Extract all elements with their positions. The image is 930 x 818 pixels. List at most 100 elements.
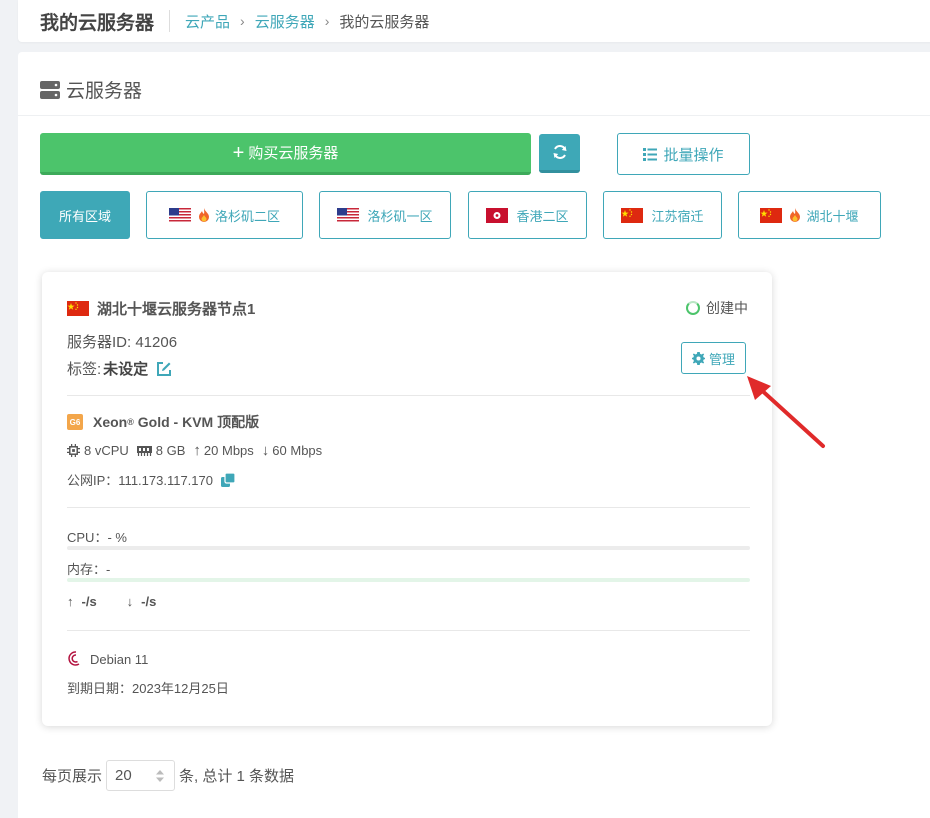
- server-name-label: 湖北十堰云服务器节点1: [97, 301, 256, 318]
- cpu-model-detail: Gold - KVM 顶配版: [133, 414, 260, 430]
- server-id: 服务器ID: 41206: [67, 334, 178, 351]
- server-specs: 8 vCPU 8 GB ↑ 20 Mbps ↓ 60 Mbps: [67, 442, 330, 459]
- generation-badge: G6: [67, 414, 83, 430]
- region-label: 湖北十堰: [806, 208, 859, 224]
- ram-spec: 8 GB: [136, 443, 186, 458]
- upload-bandwidth-value: 20 Mbps: [203, 443, 254, 458]
- top-bar: 我的云服务器 云产品 › 云服务器 › 我的云服务器: [18, 0, 930, 42]
- card-divider: [67, 507, 750, 508]
- breadcrumb-current: 我的云服务器: [339, 13, 430, 31]
- arrow-down-icon: ↓: [126, 594, 134, 609]
- arrow-up-icon: ↑: [193, 442, 201, 459]
- expiry-date: 到期日期：2023年12月25日: [67, 681, 229, 696]
- page-size-prefix: 每页展示: [42, 768, 103, 785]
- buy-server-label: 购买云服务器: [248, 145, 339, 162]
- debian-icon: [68, 651, 80, 666]
- section-divider: [18, 115, 930, 116]
- region-label: 江苏宿迁: [651, 208, 704, 224]
- breadcrumb-cloud-servers[interactable]: 云服务器: [255, 11, 315, 32]
- operating-system: Debian 11: [67, 650, 148, 668]
- cn-flag-icon: [760, 207, 783, 223]
- memory-usage: 内存：-: [67, 562, 111, 577]
- copy-icon[interactable]: [220, 472, 235, 487]
- buy-server-button[interactable]: + 购买云服务器: [40, 133, 531, 175]
- batch-operations-button[interactable]: 批量操作: [617, 133, 750, 175]
- region-all[interactable]: 所有区域: [40, 191, 130, 239]
- page-title: 我的云服务器: [40, 12, 155, 34]
- region-hong-kong-2[interactable]: 香港二区: [468, 191, 587, 239]
- network-upload-value: -/s: [81, 594, 97, 609]
- server-card: 湖北十堰云服务器节点1 创建中 服务器ID: 41206 标签: 未设定 管理 …: [42, 272, 772, 726]
- cpu-usage: CPU：- %: [67, 530, 127, 545]
- fire-icon: [790, 208, 801, 222]
- network-traffic: ↑ -/s ↓ -/s: [67, 594, 156, 609]
- vcpu-value: 8 vCPU: [84, 443, 129, 458]
- card-divider: [67, 630, 750, 631]
- us-flag-icon: [168, 207, 191, 223]
- plus-icon: +: [232, 141, 245, 164]
- page-total-text: 条, 总计 1 条数据: [179, 768, 295, 785]
- chevron-right-icon: ›: [324, 13, 330, 29]
- stepper-arrows-icon: [156, 769, 165, 782]
- edit-icon[interactable]: [156, 361, 172, 377]
- cpu-usage-bar: [67, 546, 750, 550]
- region-los-angeles-2[interactable]: 洛杉矶二区: [146, 191, 303, 239]
- batch-operations-label: 批量操作: [663, 146, 724, 164]
- network-upload: ↑ -/s: [67, 594, 97, 609]
- arrow-down-icon: ↓: [261, 442, 270, 459]
- upload-bandwidth: ↑ 20 Mbps: [193, 442, 253, 459]
- arrow-up-icon: ↑: [67, 594, 74, 609]
- cpu-model-name: Xeon: [93, 414, 128, 430]
- region-los-angeles-1[interactable]: 洛杉矶一区: [319, 191, 451, 239]
- region-label: 洛杉矶二区: [214, 208, 280, 224]
- public-ip-label: 公网IP：111.173.117.170: [67, 473, 213, 488]
- server-tags: 标签: 未设定: [67, 358, 172, 379]
- cn-flag-icon: [621, 207, 644, 223]
- network-download-value: -/s: [141, 594, 157, 609]
- ram-value: 8 GB: [155, 443, 186, 458]
- cpu-model: G6 Xeon ® Gold - KVM 顶配版: [67, 412, 259, 432]
- server-name: 湖北十堰云服务器节点1: [67, 298, 255, 319]
- pagination: 每页展示 20 条, 总计 1 条数据: [42, 760, 294, 791]
- status-label: 创建中: [706, 300, 748, 316]
- region-jiangsu-suqian[interactable]: 江苏宿迁: [603, 191, 722, 239]
- list-icon: [643, 147, 658, 161]
- tag-label: 标签:: [67, 361, 102, 378]
- tag-value: 未设定: [103, 361, 149, 378]
- os-name: Debian 11: [90, 651, 149, 667]
- server-icon: [40, 80, 60, 99]
- region-hubei-shiyan[interactable]: 湖北十堰: [738, 191, 881, 239]
- fire-icon: [198, 208, 209, 222]
- region-label: 香港二区: [516, 208, 569, 224]
- public-ip: 公网IP：111.173.117.170: [67, 470, 235, 489]
- section-title: 云服务器: [66, 81, 143, 102]
- memory-icon: [136, 446, 152, 456]
- status-badge: 创建中: [686, 298, 748, 318]
- memory-usage-bar: [67, 578, 750, 582]
- gear-icon: [691, 351, 705, 365]
- chevron-right-icon: ›: [240, 13, 245, 29]
- refresh-icon: [553, 145, 566, 159]
- section-header: 云服务器: [40, 76, 142, 103]
- breadcrumb-cloud-products[interactable]: 云产品: [185, 11, 230, 32]
- card-divider: [67, 395, 750, 396]
- region-label: 洛杉矶一区: [367, 208, 433, 224]
- region-label: 所有区域: [58, 208, 111, 224]
- download-bandwidth-value: 60 Mbps: [272, 443, 323, 458]
- cpu-chip-icon: [67, 444, 80, 457]
- loading-spinner-icon: [686, 301, 700, 315]
- title-divider: [169, 10, 171, 32]
- network-download: ↓ -/s: [127, 594, 157, 609]
- manage-label: 管理: [708, 351, 735, 367]
- page-size-stepper[interactable]: 20: [106, 760, 176, 791]
- hk-flag-icon: [486, 207, 509, 223]
- annotation-arrow-icon: [747, 376, 825, 448]
- manage-button[interactable]: 管理: [681, 342, 746, 374]
- refresh-button[interactable]: [539, 134, 580, 173]
- vcpu-spec: 8 vCPU: [67, 443, 129, 458]
- registered-mark: ®: [127, 417, 134, 427]
- download-bandwidth: ↓ 60 Mbps: [262, 442, 322, 459]
- page-size-value: 20: [115, 767, 132, 784]
- breadcrumb: 云产品 › 云服务器 › 我的云服务器: [185, 11, 429, 32]
- us-flag-icon: [337, 207, 360, 223]
